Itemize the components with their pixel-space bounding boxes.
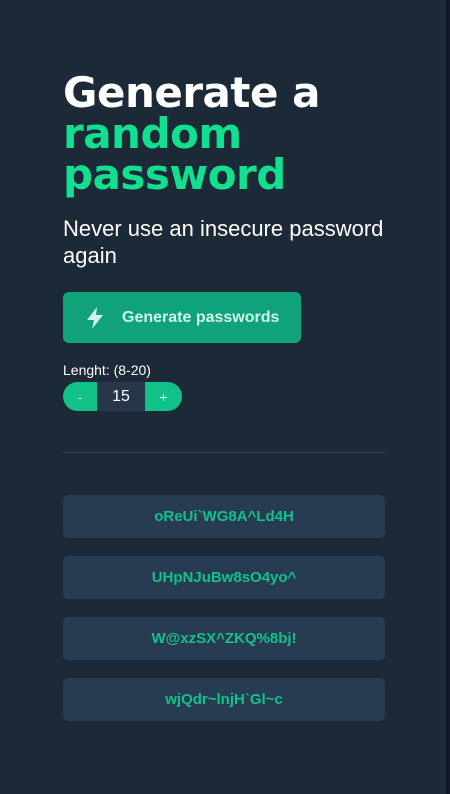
title-line-1: Generate a — [63, 68, 320, 117]
app-panel: Generate a random password Never use an … — [0, 0, 446, 794]
length-stepper: - 15 + — [63, 382, 385, 411]
password-item[interactable]: W@xzSX^ZKQ%8bj! — [63, 617, 385, 660]
scrollbar[interactable] — [446, 0, 450, 794]
increment-button[interactable]: + — [145, 382, 182, 411]
generate-passwords-label: Generate passwords — [122, 308, 280, 326]
password-list: oReUi`WG8A^Ld4H UHpNJuBw8sO4yo^ W@xzSX^Z… — [63, 495, 385, 721]
title-line-2: random — [63, 109, 242, 158]
password-item[interactable]: oReUi`WG8A^Ld4H — [63, 495, 385, 538]
generate-passwords-button[interactable]: Generate passwords — [63, 292, 301, 343]
title-line-3: password — [63, 150, 286, 199]
lightning-bolt-icon — [87, 306, 103, 329]
password-item[interactable]: UHpNJuBw8sO4yo^ — [63, 556, 385, 599]
password-item[interactable]: wjQdr~lnjH`Gl~c — [63, 678, 385, 721]
page-title: Generate a random password — [63, 68, 385, 199]
main-content: Generate a random password Never use an … — [63, 72, 385, 739]
divider — [63, 452, 385, 453]
decrement-button[interactable]: - — [63, 382, 97, 411]
length-value: 15 — [97, 382, 145, 411]
page-subtitle: Never use an insecure password again — [63, 216, 384, 268]
length-label: Lenght: (8-20) — [63, 362, 151, 378]
